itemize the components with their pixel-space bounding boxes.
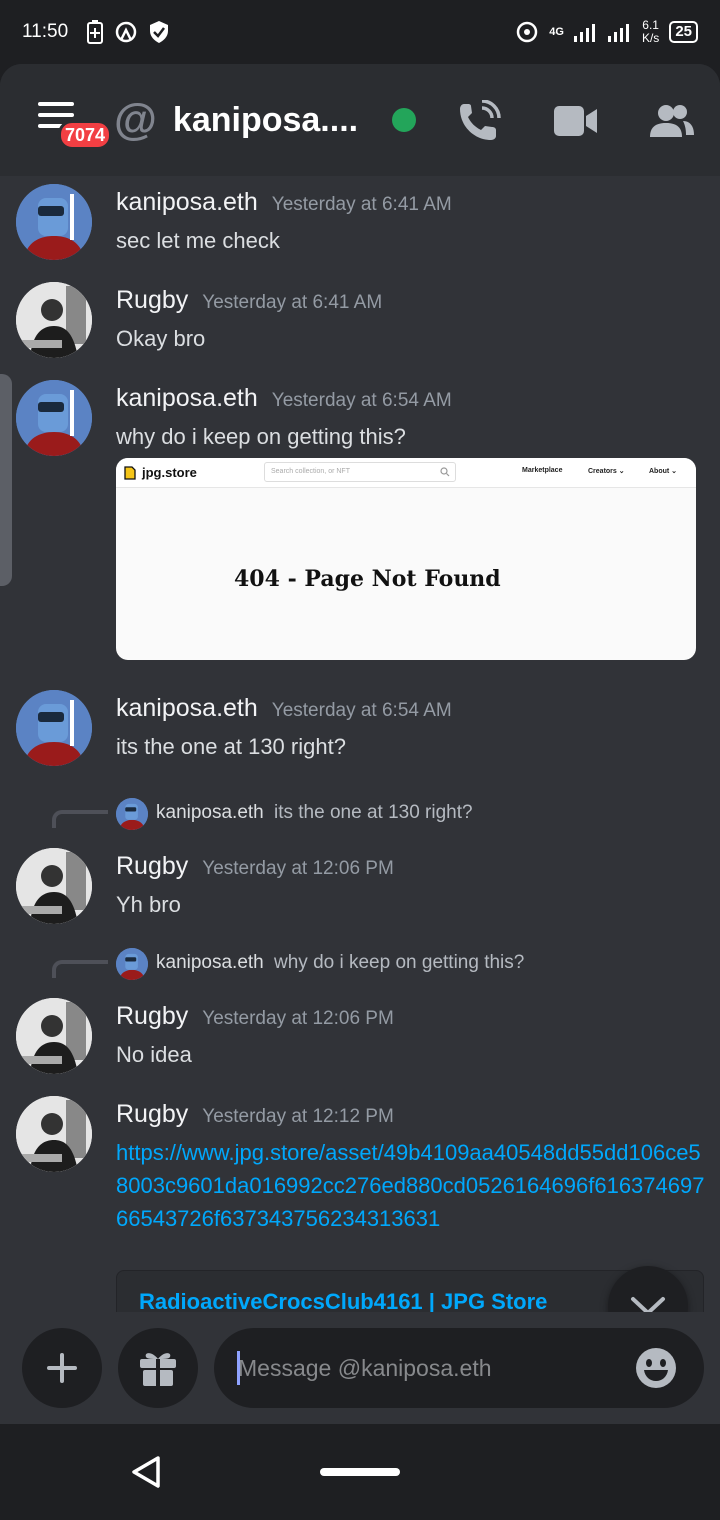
message-author[interactable]: Rugby bbox=[116, 852, 188, 881]
reply-author[interactable]: kaniposa.eth bbox=[156, 802, 264, 824]
unread-badge: 7074 bbox=[58, 120, 113, 150]
at-icon: @ bbox=[114, 95, 157, 144]
side-drawer-handle[interactable] bbox=[0, 374, 12, 586]
avatar[interactable] bbox=[16, 998, 92, 1074]
reply-avatar bbox=[116, 948, 148, 980]
battery-saver-icon bbox=[87, 20, 104, 44]
message-text: its the one at 130 right? bbox=[116, 734, 346, 759]
embed-site-nav: jpg.store Search collection, or NFT Mark… bbox=[116, 458, 696, 488]
message-timestamp: Yesterday at 6:54 AM bbox=[271, 390, 452, 411]
reply-author[interactable]: kaniposa.eth bbox=[156, 952, 264, 974]
members-icon[interactable] bbox=[650, 104, 694, 138]
embed-nav-creators: Creators ⌄ bbox=[588, 468, 625, 475]
reply-connector bbox=[52, 960, 108, 978]
network-speed: 6.1 K/s bbox=[641, 18, 660, 45]
embed-nav-marketplace: Marketplace bbox=[522, 467, 563, 474]
plus-icon bbox=[47, 1353, 77, 1383]
message-author[interactable]: Rugby bbox=[116, 1002, 188, 1031]
message-author[interactable]: Rugby bbox=[116, 1100, 188, 1129]
video-call-icon[interactable] bbox=[554, 106, 598, 136]
avatar[interactable] bbox=[16, 184, 92, 260]
message-timestamp: Yesterday at 12:06 PM bbox=[202, 1008, 394, 1029]
system-nav-bar bbox=[0, 1424, 720, 1520]
avatar[interactable] bbox=[16, 380, 92, 456]
battery-level: 25 bbox=[669, 21, 698, 43]
home-gesture-bar[interactable] bbox=[320, 1468, 400, 1476]
page-title[interactable]: kaniposa.... bbox=[173, 101, 358, 140]
embed-site-name: jpg.store bbox=[142, 465, 197, 480]
add-attachment-button[interactable] bbox=[22, 1328, 102, 1408]
avatar[interactable] bbox=[16, 1096, 92, 1172]
shield-icon bbox=[150, 21, 169, 43]
message-list[interactable]: kaniposa.eth Yesterday at 6:41 AM sec le… bbox=[0, 176, 720, 1312]
image-attachment[interactable]: jpg.store Search collection, or NFT Mark… bbox=[116, 458, 696, 660]
reply-connector bbox=[52, 810, 108, 828]
gift-icon bbox=[140, 1353, 176, 1386]
message-timestamp: Yesterday at 6:41 AM bbox=[271, 194, 452, 215]
message-input[interactable] bbox=[214, 1328, 704, 1408]
avatar[interactable] bbox=[16, 848, 92, 924]
message-timestamp: Yesterday at 12:12 PM bbox=[202, 1106, 394, 1127]
message-author[interactable]: kaniposa.eth bbox=[116, 384, 258, 413]
chevron-down-icon bbox=[631, 1297, 665, 1312]
reply-preview[interactable]: its the one at 130 right? bbox=[274, 802, 473, 824]
online-status-dot bbox=[392, 108, 417, 132]
channel-header: 7074 @ kaniposa.... bbox=[0, 64, 720, 176]
message-timestamp: Yesterday at 6:54 AM bbox=[271, 700, 452, 721]
message-text: No idea bbox=[116, 1042, 192, 1067]
emoji-picker-icon[interactable] bbox=[634, 1346, 678, 1390]
signal-icon bbox=[607, 24, 629, 42]
status-bar: 11:50 4G 6.1 K/s 25 bbox=[0, 0, 720, 64]
jpg-store-logo-icon bbox=[124, 465, 136, 480]
status-time: 11:50 bbox=[22, 21, 69, 42]
reply-avatar bbox=[116, 798, 148, 830]
message-composer bbox=[0, 1312, 720, 1424]
embed-search-box: Search collection, or NFT bbox=[264, 462, 456, 482]
message-text: Yh bro bbox=[116, 892, 181, 917]
message-text: sec let me check bbox=[116, 228, 280, 253]
network-type: 4G bbox=[549, 26, 564, 38]
app-frame: 7074 @ kaniposa.... kaniposa.eth Yesterd… bbox=[0, 64, 720, 1424]
hotspot-icon bbox=[115, 21, 137, 43]
link-embed-title[interactable]: RadioactiveCrocsClub4161 | JPG Store bbox=[139, 1289, 681, 1312]
avatar[interactable] bbox=[16, 690, 92, 766]
message-timestamp: Yesterday at 6:41 AM bbox=[202, 292, 383, 313]
message-timestamp: Yesterday at 12:06 PM bbox=[202, 858, 394, 879]
message-author[interactable]: Rugby bbox=[116, 286, 188, 315]
back-icon[interactable] bbox=[128, 1454, 164, 1490]
embed-error-text: 404 - Page Not Found bbox=[234, 566, 501, 592]
menu-button[interactable]: 7074 bbox=[38, 100, 113, 150]
search-icon bbox=[440, 467, 450, 477]
message-text: why do i keep on getting this? bbox=[116, 424, 406, 449]
gift-button[interactable] bbox=[118, 1328, 198, 1408]
hotspot-icon bbox=[517, 21, 538, 43]
voice-call-icon[interactable] bbox=[458, 100, 502, 142]
reply-preview[interactable]: why do i keep on getting this? bbox=[274, 952, 524, 974]
avatar[interactable] bbox=[16, 282, 92, 358]
signal-icon bbox=[573, 24, 595, 42]
text-cursor bbox=[237, 1351, 240, 1385]
embed-nav-about: About ⌄ bbox=[649, 468, 678, 475]
message-text: Okay bro bbox=[116, 326, 206, 351]
menu-icon bbox=[38, 102, 74, 106]
message-author[interactable]: kaniposa.eth bbox=[116, 694, 258, 723]
message-link[interactable]: https://www.jpg.store/asset/49b4109aa405… bbox=[116, 1136, 706, 1235]
message-author[interactable]: kaniposa.eth bbox=[116, 188, 258, 217]
